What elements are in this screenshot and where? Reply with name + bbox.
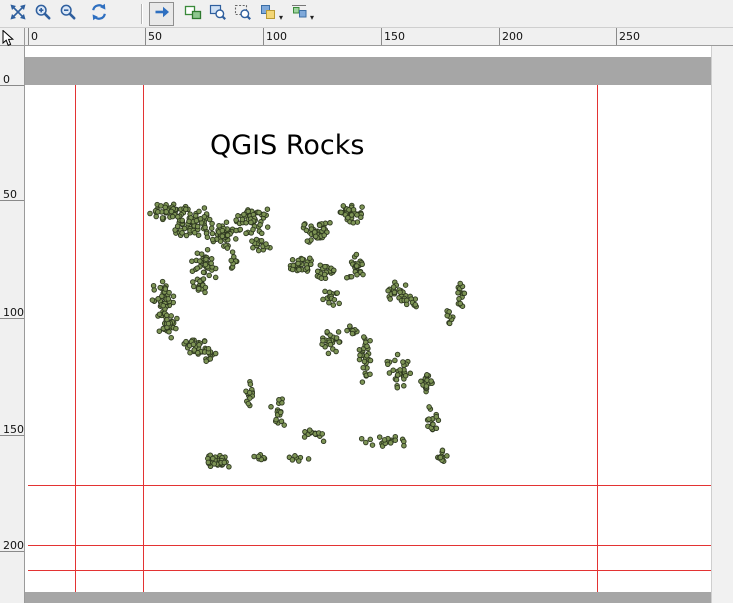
guide-line-horizontal[interactable] xyxy=(28,570,711,571)
align-items-button[interactable] xyxy=(286,2,311,26)
ruler-tick xyxy=(28,28,29,45)
toolbar: ▾ ▾ xyxy=(0,0,733,28)
ruler-tick xyxy=(145,28,146,45)
zoom-full-icon xyxy=(9,3,27,25)
app-window: ▾ ▾ 0 50 100 150 200 250 0 50 100 150 200 QGIS Ro… xyxy=(0,0,733,603)
layout-canvas[interactable]: QGIS Rocks xyxy=(25,46,711,603)
zoom-in-button[interactable] xyxy=(30,2,55,26)
zoom-in-icon xyxy=(34,3,52,25)
add-rectangles-icon xyxy=(184,3,202,25)
toolbar-separator xyxy=(141,4,143,24)
ruler-tick xyxy=(381,28,382,45)
zoom-out-button[interactable] xyxy=(55,2,80,26)
zoom-to-item-button[interactable] xyxy=(205,2,230,26)
raise-items-dropdown-caret-icon[interactable]: ▾ xyxy=(279,13,283,22)
ruler-label: 50 xyxy=(3,188,17,201)
layered-squares-icon xyxy=(259,3,277,25)
ruler-tick xyxy=(616,28,617,45)
zoom-full-button[interactable] xyxy=(5,2,30,26)
mouse-cursor-icon xyxy=(2,30,15,51)
ruler-label: 150 xyxy=(384,30,405,43)
add-item-button[interactable] xyxy=(180,2,205,26)
refresh-view-button[interactable] xyxy=(86,2,111,26)
move-item-content-button[interactable] xyxy=(149,2,174,26)
guide-line-horizontal[interactable] xyxy=(28,485,711,486)
ruler-label: 200 xyxy=(3,539,24,552)
ruler-label: 50 xyxy=(148,30,162,43)
ruler-tick xyxy=(499,28,500,45)
ruler-label: 0 xyxy=(3,73,10,86)
main-area: 0 50 100 150 200 QGIS Rocks xyxy=(0,46,733,603)
guide-line-vertical[interactable] xyxy=(143,85,144,592)
ruler-row: 0 50 100 150 200 250 xyxy=(0,28,733,46)
refresh-icon xyxy=(90,3,108,25)
ruler-label: 100 xyxy=(3,306,24,319)
ruler-right-cap xyxy=(711,28,733,46)
ruler-label: 250 xyxy=(619,30,640,43)
horizontal-ruler: 0 50 100 150 200 250 xyxy=(25,28,711,46)
page-title: QGIS Rocks xyxy=(210,130,364,161)
guide-line-horizontal[interactable] xyxy=(28,545,711,546)
align-items-dropdown-caret-icon[interactable]: ▾ xyxy=(310,13,314,22)
ruler-label: 150 xyxy=(3,423,24,436)
vertical-scrollbar[interactable] xyxy=(711,46,733,603)
guide-line-vertical[interactable] xyxy=(597,85,598,592)
ruler-label: 0 xyxy=(31,30,38,43)
map-points xyxy=(25,46,711,603)
magnifier-rect-icon xyxy=(209,3,227,25)
guide-line-vertical[interactable] xyxy=(75,85,76,592)
ruler-tick xyxy=(263,28,264,45)
ruler-label: 100 xyxy=(266,30,287,43)
magnifier-dashed-rect-icon xyxy=(234,3,252,25)
zoom-region-button[interactable] xyxy=(230,2,255,26)
raise-items-button[interactable] xyxy=(255,2,280,26)
align-squares-icon xyxy=(290,3,308,25)
vertical-ruler: 0 50 100 150 200 xyxy=(0,46,25,603)
ruler-label: 200 xyxy=(502,30,523,43)
arrow-right-icon xyxy=(153,3,171,25)
zoom-out-icon xyxy=(59,3,77,25)
